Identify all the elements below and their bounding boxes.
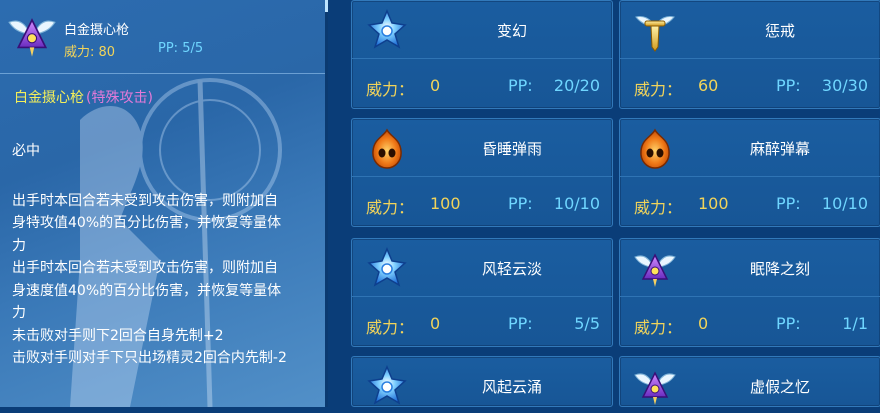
pp-label: PP: bbox=[776, 314, 801, 333]
desc-line: 身特攻值40%的百分比伤害，并恢复等量体 bbox=[12, 215, 282, 231]
skill-title: 白金摄心枪 (特殊攻击) bbox=[14, 87, 153, 107]
skill-card-xujia-zhiyi[interactable]: 虚假之忆 bbox=[619, 356, 880, 407]
skill-detail-panel: 白金摄心枪 威力: 80 PP: 5/5 白金摄心枪 (特殊攻击) 必中 出手时本… bbox=[0, 0, 328, 407]
power-value: 100 bbox=[698, 194, 729, 213]
desc-line: 击败对手则对手下只出场精灵2回合内先制-2 bbox=[12, 350, 287, 366]
panel-separator bbox=[325, 0, 328, 407]
desc-line: 必中 bbox=[12, 143, 40, 159]
header-divider bbox=[0, 73, 328, 74]
skill-card-bianhuan[interactable]: 变幻 威力： 0 PP: 20/20 bbox=[351, 0, 613, 109]
skill-card-hunshui-danyu[interactable]: 昏睡弹雨 威力： 100 PP: 10/10 bbox=[351, 118, 613, 227]
power-label: 威力： bbox=[634, 198, 683, 217]
skill-pp: PP: 5/5 bbox=[158, 41, 204, 56]
orange-flame-icon bbox=[366, 127, 408, 171]
skill-card-name: 昏睡弹雨 bbox=[481, 140, 542, 158]
skill-card-name: 变幻 bbox=[496, 22, 527, 40]
skill-power: 威力: 80 bbox=[64, 45, 116, 60]
skill-card-chengjie[interactable]: 惩戒 威力： 60 PP: 30/30 bbox=[619, 0, 880, 109]
purple-winged-eye-icon bbox=[634, 247, 676, 291]
golden-winged-sword-icon bbox=[634, 9, 676, 53]
skill-description: 必中 出手时本回合若未受到攻击伤害，则附加自 身特攻值40%的百分比伤害，并恢复… bbox=[12, 140, 320, 370]
desc-line: 未击败对手则下2回合自身先制+2 bbox=[12, 327, 224, 344]
pp-value: 5/5 bbox=[574, 314, 600, 333]
power-value: 0 bbox=[430, 76, 441, 95]
power-value: 0 bbox=[698, 314, 709, 333]
skill-card-name: 惩戒 bbox=[764, 22, 795, 40]
skill-title-name: 白金摄心枪 bbox=[14, 90, 84, 106]
power-label: 威力： bbox=[634, 318, 683, 337]
power-label: 威力： bbox=[366, 318, 415, 337]
power-label: 威力： bbox=[366, 198, 415, 217]
skill-card-name: 麻醉弹幕 bbox=[749, 140, 810, 158]
power-value: 100 bbox=[430, 194, 461, 213]
pp-label: PP: bbox=[776, 76, 801, 95]
purple-winged-eye-icon bbox=[8, 10, 56, 62]
skill-card-mianjiang-zhike[interactable]: 眠降之刻 威力： 0 PP: 1/1 bbox=[619, 238, 880, 347]
pp-value: 1/1 bbox=[842, 314, 868, 333]
skill-name: 白金摄心枪 bbox=[64, 23, 130, 38]
blue-star-icon bbox=[366, 247, 408, 291]
skill-grid: 变幻 威力： 0 PP: 20/20 惩戒 威力： 60 PP: 30/30 昏… bbox=[345, 0, 880, 407]
desc-line: 出手时本回合若未受到攻击伤害，则附加自 bbox=[12, 192, 278, 209]
skill-card-name: 风起云涌 bbox=[481, 378, 542, 396]
desc-line: 出手时本回合若未受到攻击伤害，则附加自 bbox=[12, 260, 278, 276]
pp-label: PP: bbox=[508, 194, 533, 213]
blue-star-icon bbox=[366, 9, 408, 53]
skill-card-fengqi-yunyong[interactable]: 风起云涌 bbox=[351, 356, 613, 407]
power-value: 60 bbox=[698, 76, 719, 95]
scroll-indicator[interactable] bbox=[325, 0, 328, 12]
pp-label: PP: bbox=[776, 194, 801, 213]
pp-value: 30/30 bbox=[821, 76, 868, 95]
pp-value: 10/10 bbox=[553, 194, 600, 213]
power-value: 0 bbox=[430, 314, 441, 333]
purple-winged-eye-icon bbox=[634, 365, 676, 409]
pp-value: 20/20 bbox=[553, 76, 600, 95]
power-label: 威力： bbox=[366, 80, 415, 99]
power-label: 威力： bbox=[634, 80, 683, 99]
skill-card-fengqing-yundan[interactable]: 风轻云淡 威力： 0 PP: 5/5 bbox=[351, 238, 613, 347]
desc-line: 力 bbox=[12, 305, 26, 321]
skill-card-mazui-danmu[interactable]: 麻醉弹幕 威力： 100 PP: 10/10 bbox=[619, 118, 880, 227]
skill-card-name: 眠降之刻 bbox=[749, 260, 810, 278]
orange-flame-icon bbox=[634, 127, 676, 171]
desc-line: 力 bbox=[12, 237, 26, 254]
skill-card-name: 虚假之忆 bbox=[749, 378, 810, 396]
pp-value: 10/10 bbox=[821, 194, 868, 213]
skill-card-name: 风轻云淡 bbox=[481, 260, 542, 278]
desc-line: 身速度值40%的百分比伤害，并恢复等量体 bbox=[12, 282, 282, 299]
pp-label: PP: bbox=[508, 76, 533, 95]
skill-category: (特殊攻击) bbox=[86, 90, 153, 106]
pp-label: PP: bbox=[508, 314, 533, 333]
blue-star-icon bbox=[366, 365, 408, 409]
